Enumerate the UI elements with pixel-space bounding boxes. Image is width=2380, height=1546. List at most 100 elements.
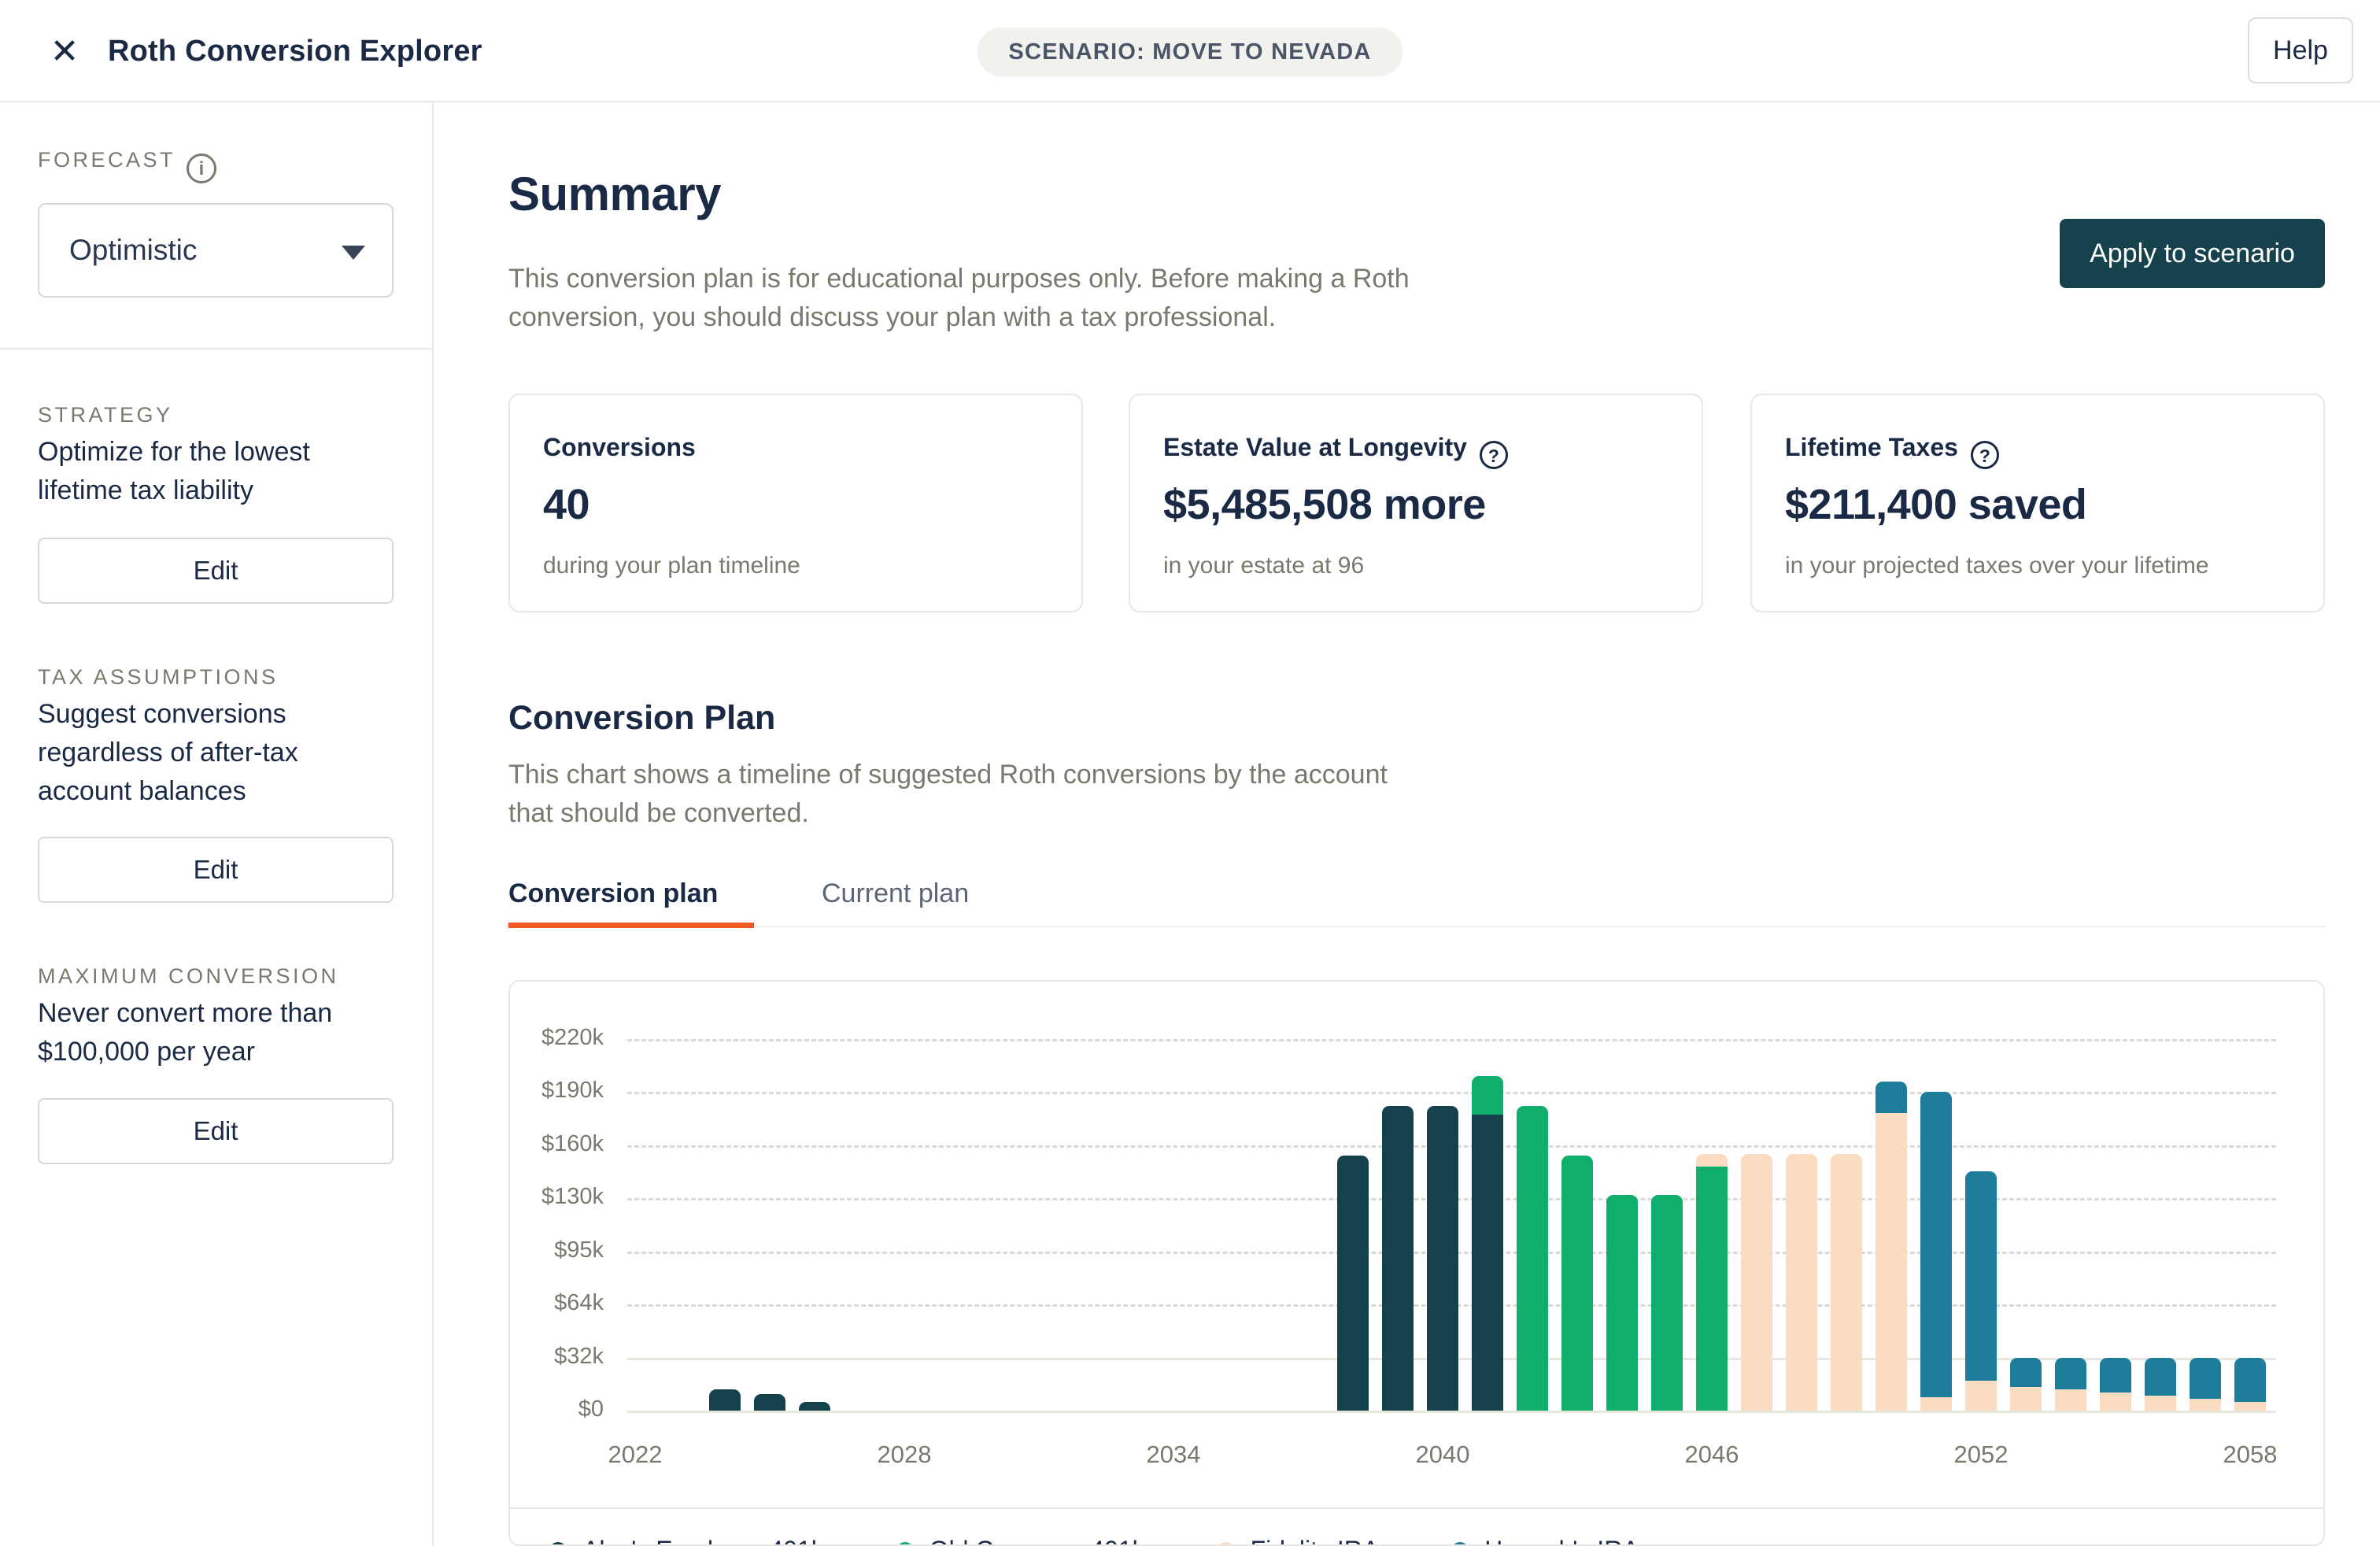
bar-2045-green[interactable]: [1651, 1195, 1683, 1411]
active-tab-underline: [508, 923, 754, 928]
conversion-plan-chart-card: $0 $32k $64k $95k $130k $160k $190k $220k 2022 20…: [508, 980, 2325, 1546]
bar-2047-peach[interactable]: [1741, 1154, 1772, 1411]
bar-2051-peach[interactable]: [1920, 1397, 1952, 1411]
main-content: Summary This conversion plan is for educ…: [508, 102, 2325, 1546]
bar-2043-green[interactable]: [1561, 1156, 1593, 1411]
bar-2044-green[interactable]: [1606, 1195, 1638, 1411]
info-icon[interactable]: i: [187, 153, 216, 183]
chart-plot: $0 $32k $64k $95k $130k $160k $190k $220k 2022 20…: [510, 982, 2325, 1507]
chart-legend: Alex's Employer 401k Old Company 401k Fide…: [549, 1536, 1639, 1546]
stat-value: $211,400 saved: [1785, 480, 2086, 529]
bar-2057-peach[interactable]: [2190, 1399, 2221, 1411]
bar-2051-teal[interactable]: [1920, 1092, 1952, 1397]
x-axis-tick-label: 2052: [1918, 1441, 2044, 1469]
bar-2025-navy[interactable]: [754, 1394, 785, 1411]
bar-2046-green[interactable]: [1696, 1167, 1728, 1411]
sidebar: FORECAST i Optimistic STRATEGY Optimize f…: [0, 102, 434, 1546]
page-title: Summary: [508, 167, 721, 221]
strategy-text: Optimize for the lowest lifetime tax lia…: [38, 433, 368, 510]
tab-conversion-plan[interactable]: Conversion plan: [508, 870, 718, 928]
bar-2042-green[interactable]: [1517, 1106, 1548, 1411]
conversions-stat-card: Conversions 40 during your plan timeline: [508, 394, 1083, 612]
stat-label: Lifetime Taxes?: [1785, 433, 1999, 469]
legend-item: Hannah's IRA: [1451, 1536, 1639, 1546]
bar-2057-teal[interactable]: [2190, 1358, 2221, 1400]
stat-subtext: during your plan timeline: [543, 553, 800, 579]
gridline: [627, 1092, 2276, 1094]
bar-2038-navy[interactable]: [1337, 1156, 1369, 1411]
help-circle-icon[interactable]: ?: [1480, 441, 1508, 469]
bar-2026-navy[interactable]: [799, 1402, 830, 1411]
strategy-section-label: STRATEGY: [38, 403, 173, 427]
forecast-label-text: FORECAST: [38, 148, 176, 172]
legend-label: Old Company 401k: [929, 1536, 1145, 1546]
bar-2040-navy[interactable]: [1427, 1106, 1458, 1411]
stat-label-text: Estate Value at Longevity: [1163, 433, 1467, 461]
y-axis-tick-label: $64k: [517, 1290, 604, 1316]
bar-2050-teal[interactable]: [1876, 1082, 1907, 1114]
y-axis-tick-label: $130k: [517, 1184, 604, 1210]
gridline: [627, 1411, 2276, 1413]
bar-2052-peach[interactable]: [1965, 1381, 1997, 1411]
legend-item: Alex's Employer 401k: [549, 1536, 824, 1546]
forecast-section-label: FORECAST i: [38, 148, 216, 183]
y-axis-tick-label: $160k: [517, 1131, 604, 1157]
bar-2024-navy[interactable]: [709, 1389, 741, 1411]
gridline: [627, 1039, 2276, 1041]
chart-tabs: Conversion plan Current plan: [508, 870, 2325, 928]
y-axis-tick-label: $32k: [517, 1344, 604, 1370]
bar-2052-teal[interactable]: [1965, 1171, 1997, 1381]
legend-dot-icon: [1451, 1542, 1469, 1546]
legend-dot-icon: [1218, 1542, 1235, 1546]
y-axis-tick-label: $0: [517, 1396, 604, 1422]
maximum-conversion-section-label: MAXIMUM CONVERSION: [38, 964, 339, 989]
tax-assumptions-section-label: TAX ASSUMPTIONS: [38, 665, 279, 690]
bar-2056-teal[interactable]: [2145, 1358, 2176, 1396]
legend-label: Fidelity IRA: [1251, 1536, 1380, 1546]
tab-current-plan[interactable]: Current plan: [822, 870, 969, 928]
x-axis-tick-label: 2028: [841, 1441, 967, 1469]
help-circle-icon[interactable]: ?: [1971, 441, 1999, 469]
y-axis-tick-label: $190k: [517, 1078, 604, 1104]
disclaimer-text: This conversion plan is for educational …: [508, 260, 1421, 337]
legend-item: Old Company 401k: [896, 1536, 1145, 1546]
stat-label: Conversions: [543, 433, 696, 462]
close-icon[interactable]: ✕: [41, 0, 88, 102]
stat-value: $5,485,508 more: [1163, 480, 1486, 529]
bar-2053-teal[interactable]: [2010, 1358, 2042, 1388]
forecast-select-value: Optimistic: [69, 205, 197, 296]
bar-2054-teal[interactable]: [2055, 1358, 2086, 1389]
bar-2056-peach[interactable]: [2145, 1396, 2176, 1411]
bar-2058-teal[interactable]: [2234, 1358, 2266, 1403]
maximum-conversion-edit-button[interactable]: Edit: [38, 1098, 394, 1164]
apply-to-scenario-button[interactable]: Apply to scenario: [2060, 219, 2325, 288]
legend-label: Alex's Employer 401k: [582, 1536, 824, 1546]
y-axis-tick-label: $220k: [517, 1025, 604, 1051]
bar-2050-peach[interactable]: [1876, 1113, 1907, 1411]
strategy-edit-button[interactable]: Edit: [38, 538, 394, 604]
bar-2055-teal[interactable]: [2100, 1358, 2131, 1393]
tax-assumptions-edit-button[interactable]: Edit: [38, 837, 394, 903]
bar-2048-peach[interactable]: [1786, 1154, 1817, 1411]
help-button[interactable]: Help: [2248, 17, 2353, 83]
bar-2039-navy[interactable]: [1382, 1106, 1414, 1411]
bar-2054-peach[interactable]: [2055, 1389, 2086, 1411]
app-title: Roth Conversion Explorer: [108, 0, 482, 102]
forecast-select[interactable]: Optimistic: [38, 203, 394, 298]
bar-2041-green[interactable]: [1472, 1076, 1503, 1115]
bar-2046-peach[interactable]: [1696, 1154, 1728, 1167]
top-bar: ✕ Roth Conversion Explorer SCENARIO: MOV…: [0, 0, 2380, 102]
lifetime-taxes-stat-card: Lifetime Taxes? $211,400 saved in your p…: [1750, 394, 2325, 612]
bar-2058-peach[interactable]: [2234, 1402, 2266, 1411]
x-axis-tick-label: 2022: [572, 1441, 698, 1469]
bar-2041-navy[interactable]: [1472, 1115, 1503, 1411]
stat-label: Estate Value at Longevity?: [1163, 433, 1508, 469]
bar-2049-peach[interactable]: [1831, 1154, 1862, 1411]
legend-label: Hannah's IRA: [1484, 1536, 1639, 1546]
y-axis-tick-label: $95k: [517, 1237, 604, 1263]
bar-2053-peach[interactable]: [2010, 1387, 2042, 1411]
bar-2055-peach[interactable]: [2100, 1393, 2131, 1411]
stat-subtext: in your projected taxes over your lifeti…: [1785, 553, 2209, 579]
tabs-divider: [508, 926, 2325, 927]
maximum-conversion-text: Never convert more than $100,000 per yea…: [38, 994, 368, 1071]
